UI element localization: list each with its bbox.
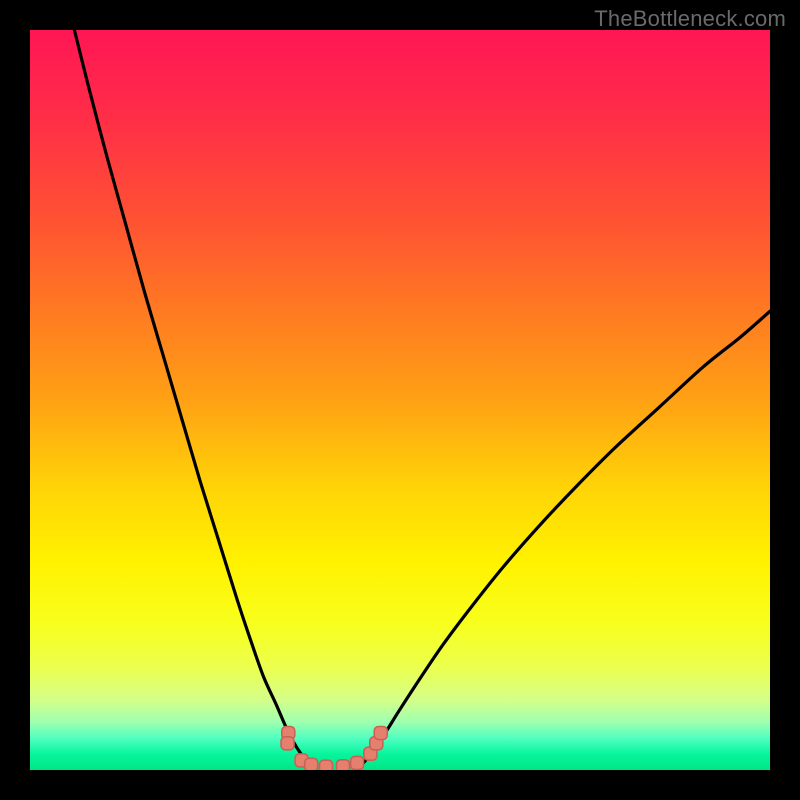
marker-dot bbox=[320, 760, 333, 770]
marker-dot bbox=[351, 756, 364, 769]
chart-frame: TheBottleneck.com bbox=[0, 0, 800, 800]
marker-dot bbox=[374, 727, 387, 740]
watermark-text: TheBottleneck.com bbox=[594, 6, 786, 32]
curve-left-branch bbox=[74, 30, 308, 763]
curve-right-branch bbox=[363, 311, 770, 763]
marker-dot bbox=[337, 760, 350, 770]
marker-dot bbox=[305, 758, 318, 770]
marker-dot bbox=[281, 737, 294, 750]
plot-area bbox=[30, 30, 770, 770]
curve-layer bbox=[30, 30, 770, 770]
